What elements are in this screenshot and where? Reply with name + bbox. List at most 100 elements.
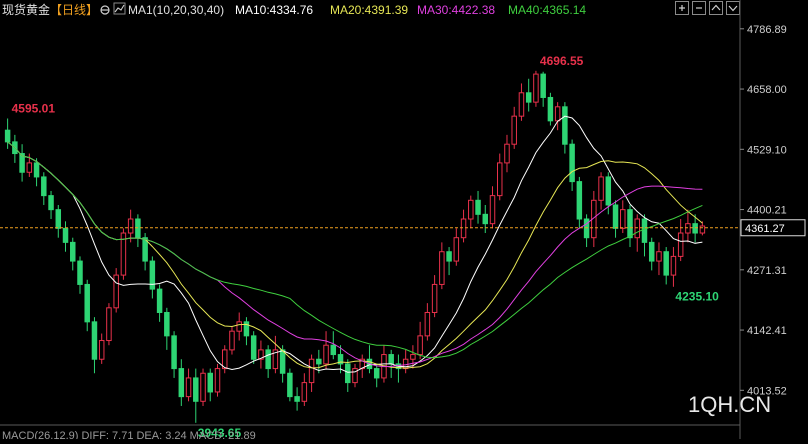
candle-body: [699, 225, 706, 234]
candle-body: [106, 307, 112, 342]
candle-body: [605, 176, 612, 206]
candle-body: [91, 321, 98, 360]
ma-params-label: MA1(10,20,30,40): [128, 3, 224, 17]
candle-body: [468, 199, 474, 220]
candle-body: [250, 335, 257, 360]
candle-body: [55, 209, 62, 229]
candle-body: [410, 354, 416, 360]
candlestick-chart: 现货黄金 【日线】 MA1(10,20,30,40) MA10:4334.76 …: [0, 0, 808, 442]
y-tick-label: 4142.41: [747, 325, 787, 337]
candle-body: [200, 372, 206, 402]
candle-body: [77, 260, 83, 285]
candle-body: [156, 288, 163, 313]
candle-body: [164, 311, 170, 337]
candle-body: [236, 321, 242, 332]
candle-body: [525, 92, 532, 103]
candle-body: [62, 227, 69, 243]
candle-body: [439, 251, 445, 285]
candle-body: [345, 363, 351, 384]
candle-body: [41, 176, 47, 197]
candle-body: [460, 218, 467, 239]
ma10-value: MA10:4334.76: [235, 3, 313, 17]
candle-body: [612, 204, 619, 229]
candle-body: [670, 255, 677, 276]
candle-body: [185, 377, 192, 398]
macd-label: MACD(26,12,9) DIFF: 7.71 DEA: 3.24 MACD:…: [2, 430, 256, 439]
candle-body: [475, 199, 481, 215]
ma30-value: MA30:4422.38: [417, 3, 495, 17]
candle-body: [431, 283, 438, 313]
ma20-value: MA20:4391.39: [330, 3, 408, 17]
candle-body: [453, 237, 460, 262]
y-tick-label: 4658.00: [747, 84, 787, 96]
candle-body: [214, 368, 221, 393]
candle-body: [229, 330, 235, 351]
candle-body: [547, 96, 554, 122]
candle-body: [583, 218, 590, 239]
candle-body: [279, 349, 286, 374]
candle-body: [620, 209, 626, 229]
candle-body: [323, 344, 329, 365]
candle-body: [504, 143, 510, 164]
y-tick-label: 4271.31: [747, 265, 787, 277]
candle-body: [641, 218, 648, 243]
candle-body: [135, 218, 141, 239]
candle-body: [149, 260, 156, 290]
symbol-title: 现货黄金: [2, 2, 50, 17]
candle-body: [98, 340, 105, 360]
candle-body: [540, 73, 546, 98]
candle-body: [70, 241, 76, 262]
candle-body: [511, 115, 517, 145]
candle-body: [569, 143, 575, 183]
candle-body: [287, 372, 293, 398]
price-annotation: 4235.10: [675, 290, 719, 304]
candle-body: [656, 251, 662, 262]
candle-body: [127, 218, 134, 234]
candle-body: [482, 213, 489, 225]
period-label[interactable]: 【日线】: [50, 3, 98, 17]
candle-body: [301, 382, 308, 402]
candle-body: [373, 368, 380, 379]
candle-body: [294, 396, 300, 402]
candle-body: [424, 311, 431, 337]
chart-svg: 现货黄金 【日线】 MA1(10,20,30,40) MA10:4334.76 …: [0, 0, 808, 442]
candle-body: [193, 377, 199, 402]
candle-body: [417, 335, 423, 356]
candle-body: [330, 344, 337, 356]
ma40-value: MA40:4365.14: [508, 3, 586, 17]
y-tick-label: 4400.21: [747, 205, 787, 217]
y-tick-label: 4529.10: [747, 144, 787, 156]
candle-body: [627, 209, 633, 239]
candle-body: [634, 218, 640, 239]
candle-body: [685, 223, 691, 234]
candle-body: [562, 106, 568, 145]
candle-body: [388, 354, 394, 365]
candle-body: [171, 335, 177, 370]
candle-body: [677, 232, 684, 257]
candle-body: [576, 181, 583, 220]
candle-body: [554, 106, 561, 122]
candle-body: [692, 223, 698, 234]
candle-body: [648, 241, 655, 262]
price-annotation: 4696.55: [540, 54, 584, 68]
y-tick-label: 4786.89: [747, 24, 787, 36]
candle-body: [308, 358, 315, 384]
candle-body: [316, 358, 322, 365]
current-price-label: 4361.27: [745, 223, 785, 235]
candle-body: [84, 283, 90, 323]
candle-body: [598, 176, 604, 201]
candle-body: [48, 195, 54, 211]
candle-body: [446, 251, 452, 262]
candle-body: [265, 349, 271, 370]
candle-body: [496, 162, 503, 197]
watermark: 1QH.CN: [688, 392, 771, 417]
candle-body: [4, 129, 11, 143]
candle-body: [178, 368, 185, 398]
candle-body: [518, 92, 525, 117]
candle-body: [663, 251, 669, 276]
candle-body: [26, 162, 33, 173]
price-annotation: 4595.01: [12, 101, 56, 115]
candle-body: [207, 372, 214, 393]
candle-body: [489, 195, 496, 225]
candle-body: [113, 274, 119, 309]
